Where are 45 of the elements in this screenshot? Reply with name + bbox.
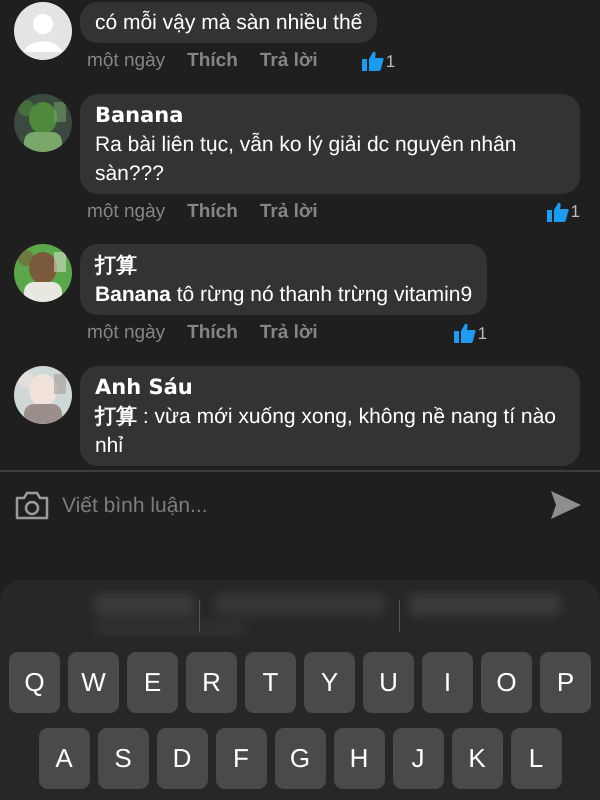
keyboard-key[interactable]: Q bbox=[9, 652, 60, 713]
camera-icon[interactable] bbox=[14, 491, 50, 521]
comment-author[interactable]: Banana bbox=[95, 100, 565, 130]
comment-text: có mỗi vậy mà sàn nhiều thế bbox=[95, 10, 362, 36]
comment-input[interactable]: Viết bình luận... bbox=[62, 490, 538, 522]
comment-author[interactable]: Anh Sáu bbox=[95, 372, 565, 402]
comment-text: Banana tô rừng nó thanh trừng vitamin9 bbox=[95, 282, 472, 308]
reply-link[interactable]: Trả lời bbox=[260, 198, 318, 226]
keyboard-key[interactable]: J bbox=[392, 728, 444, 789]
thumbs-up-icon bbox=[362, 51, 384, 72]
thumbs-up-icon bbox=[546, 202, 569, 222]
reaction-count: 1 bbox=[570, 201, 580, 223]
keyboard-key[interactable]: P bbox=[540, 652, 591, 713]
like-link[interactable]: Thích bbox=[187, 47, 238, 76]
send-icon[interactable] bbox=[550, 490, 582, 520]
comment-text: 打算 : vừa mới xuống xong, không nề nang tí nào nhỉ bbox=[95, 404, 557, 458]
comment-time: một ngày bbox=[87, 200, 166, 224]
keyboard-key[interactable]: G bbox=[274, 728, 326, 789]
comment-text: Ra bài liên tục, vẫn ko lý giải dc nguyên nhân sàn??? bbox=[95, 132, 518, 186]
keyboard-key[interactable]: K bbox=[452, 728, 502, 789]
avatar-icon[interactable] bbox=[14, 2, 72, 60]
keyboard-key[interactable]: E bbox=[127, 652, 178, 713]
like-link[interactable]: Thích bbox=[187, 319, 238, 348]
keyboard-key[interactable]: D bbox=[156, 728, 208, 789]
keyboard-key[interactable]: R bbox=[186, 652, 237, 713]
comment-time: một ngày bbox=[87, 49, 166, 73]
reply-link[interactable]: Trả lời bbox=[260, 319, 318, 348]
reply-link[interactable]: Trả lời bbox=[260, 47, 318, 76]
keyboard-key[interactable]: A bbox=[38, 728, 90, 789]
comment-time: một ngày bbox=[87, 321, 166, 345]
keyboard-key[interactable]: Y bbox=[304, 652, 355, 713]
keyboard-key[interactable]: W bbox=[68, 652, 119, 713]
keyboard-key[interactable]: U bbox=[363, 652, 414, 713]
reaction-count: 1 bbox=[478, 322, 488, 344]
comment-author[interactable]: 打算 bbox=[95, 250, 472, 280]
keyboard-key[interactable]: L bbox=[510, 728, 562, 789]
keyboard-key[interactable]: T bbox=[245, 652, 296, 713]
thumbs-up-icon bbox=[454, 323, 476, 344]
keyboard-key[interactable]: I bbox=[422, 652, 473, 713]
reaction-count: 1 bbox=[386, 50, 396, 72]
keyboard-key[interactable]: O bbox=[481, 652, 532, 713]
keyboard-key[interactable]: S bbox=[98, 728, 148, 789]
keyboard-key[interactable]: F bbox=[216, 728, 266, 789]
like-link[interactable]: Thích bbox=[187, 198, 238, 226]
keyboard-key[interactable]: H bbox=[334, 728, 384, 789]
